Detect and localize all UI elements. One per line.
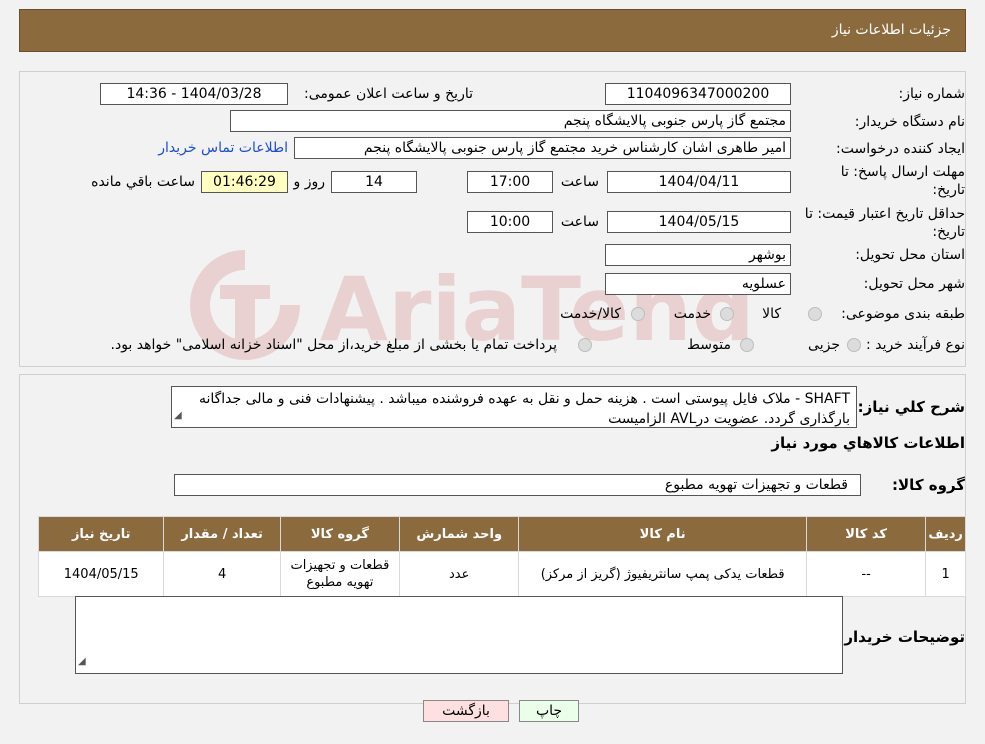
buyer-org-field: مجتمع گاز پارس جنوبی پالایشگاه پنجم (230, 110, 791, 132)
description-text: SHAFT - ملاک فایل پیوستی است . هزینه حمل… (198, 391, 850, 427)
print-button[interactable]: چاپ (519, 700, 579, 722)
remaining-label: ساعت باقي مانده (91, 174, 195, 190)
col-header-date: تاریخ نیاز (37, 516, 165, 552)
process-label: نوع فرآیند خرید : (866, 337, 965, 353)
table-header-row: ردیف کد کالا نام کالا واحد شمارش گروه کا… (37, 516, 966, 552)
process-radio-small[interactable] (847, 338, 861, 352)
cell-name: قطعات یدکی پمپ سانتریفیوژ (گریز از مرکز) (518, 551, 807, 597)
days-label: روز و (293, 174, 326, 190)
back-button[interactable]: بازگشت (423, 700, 509, 722)
cell-group: قطعات و تجهیزات تهویه مطبوع (279, 551, 401, 597)
goods-group-label: گروه کالا: (892, 476, 965, 494)
col-header-row: ردیف (925, 516, 966, 552)
goods-section-title: اطلاعات كالاهاي مورد نياز (771, 434, 965, 452)
deadline-label: مهلت ارسال پاسخ: تا (840, 164, 965, 180)
cell-unit: عدد (399, 551, 520, 597)
validity-date-field: 1404/05/15 (607, 211, 791, 233)
process-option-small: جزیی (808, 337, 840, 353)
category-option-goods: کالا (762, 306, 781, 322)
validity-label: حداقل تاریخ اعتبار قیمت: تا (804, 206, 965, 222)
description-label: شرح کلي نياز: (857, 398, 965, 416)
province-field: بوشهر (605, 244, 791, 266)
city-field: عسلویه (605, 273, 791, 295)
announce-field: 1404/03/28 - 14:36 (100, 83, 288, 105)
resize-grip-icon[interactable]: ◢ (78, 652, 86, 672)
requester-label: ایجاد کننده درخواست: (836, 141, 965, 157)
requester-field: امیر طاهری اشان کارشناس خرید مجتمع گاز پ… (294, 137, 791, 159)
city-label: شهر محل تحویل: (863, 276, 965, 292)
resize-grip-icon[interactable]: ◢ (174, 406, 182, 426)
remaining-time-field: 01:46:29 (201, 171, 288, 193)
remaining-days-field: 14 (331, 171, 417, 193)
category-radio-goods[interactable] (808, 307, 822, 321)
col-header-code: کد کالا (805, 516, 927, 552)
page-title: جزئیات اطلاعات نیاز (831, 22, 951, 38)
process-note: پرداخت تمام یا بخشی از مبلغ خرید،از محل … (110, 337, 557, 353)
category-radio-service[interactable] (720, 307, 734, 321)
col-header-group: گروه کالا (279, 516, 401, 552)
cell-date: 1404/05/15 (37, 551, 165, 597)
category-option-goods-service: کالا/خدمت (560, 306, 621, 322)
process-checkbox-treasury[interactable] (578, 338, 592, 352)
buyer-org-label: نام دستگاه خریدار: (854, 114, 965, 130)
deadline-date-field: 1404/04/11 (607, 171, 791, 193)
page-header: جزئیات اطلاعات نیاز (19, 9, 966, 52)
goods-group-field: قطعات و تجهیزات تهویه مطبوع (174, 474, 861, 496)
buyer-notes-label: توضیحات خریدار: (838, 628, 965, 646)
cell-row: 1 (925, 551, 966, 597)
col-header-unit: واحد شمارش (399, 516, 520, 552)
category-label: طبقه بندی موضوعی: (841, 306, 965, 322)
validity-time-label: ساعت (560, 214, 599, 230)
validity-label-date: تاریخ: (932, 224, 965, 240)
col-header-name: نام کالا (518, 516, 807, 552)
process-radio-medium[interactable] (740, 338, 754, 352)
process-option-medium: متوسط (687, 337, 731, 353)
cell-code: -- (805, 551, 927, 597)
deadline-time-field: 17:00 (467, 171, 553, 193)
announce-label: تاریخ و ساعت اعلان عمومی: (304, 86, 473, 102)
buyer-notes-textarea[interactable]: ◢ (75, 596, 843, 674)
category-option-service: خدمت (673, 306, 711, 322)
province-label: استان محل تحویل: (855, 247, 965, 263)
deadline-time-label: ساعت (560, 174, 599, 190)
description-textarea[interactable]: SHAFT - ملاک فایل پیوستی است . هزینه حمل… (171, 386, 857, 428)
validity-time-field: 10:00 (467, 211, 553, 233)
need-number-field: 1104096347000200 (605, 83, 791, 105)
category-radio-goods-service[interactable] (631, 307, 645, 321)
table-row: 1 -- قطعات یدکی پمپ سانتریفیوژ (گریز از … (37, 551, 966, 597)
buyer-contact-link[interactable]: اطلاعات تماس خریدار (158, 140, 288, 156)
deadline-label-date: تاریخ: (932, 182, 965, 198)
need-number-label: شماره نیاز: (898, 86, 966, 102)
goods-table: ردیف کد کالا نام کالا واحد شمارش گروه کا… (37, 516, 966, 597)
cell-qty: 4 (163, 551, 281, 597)
col-header-qty: تعداد / مقدار (163, 516, 281, 552)
